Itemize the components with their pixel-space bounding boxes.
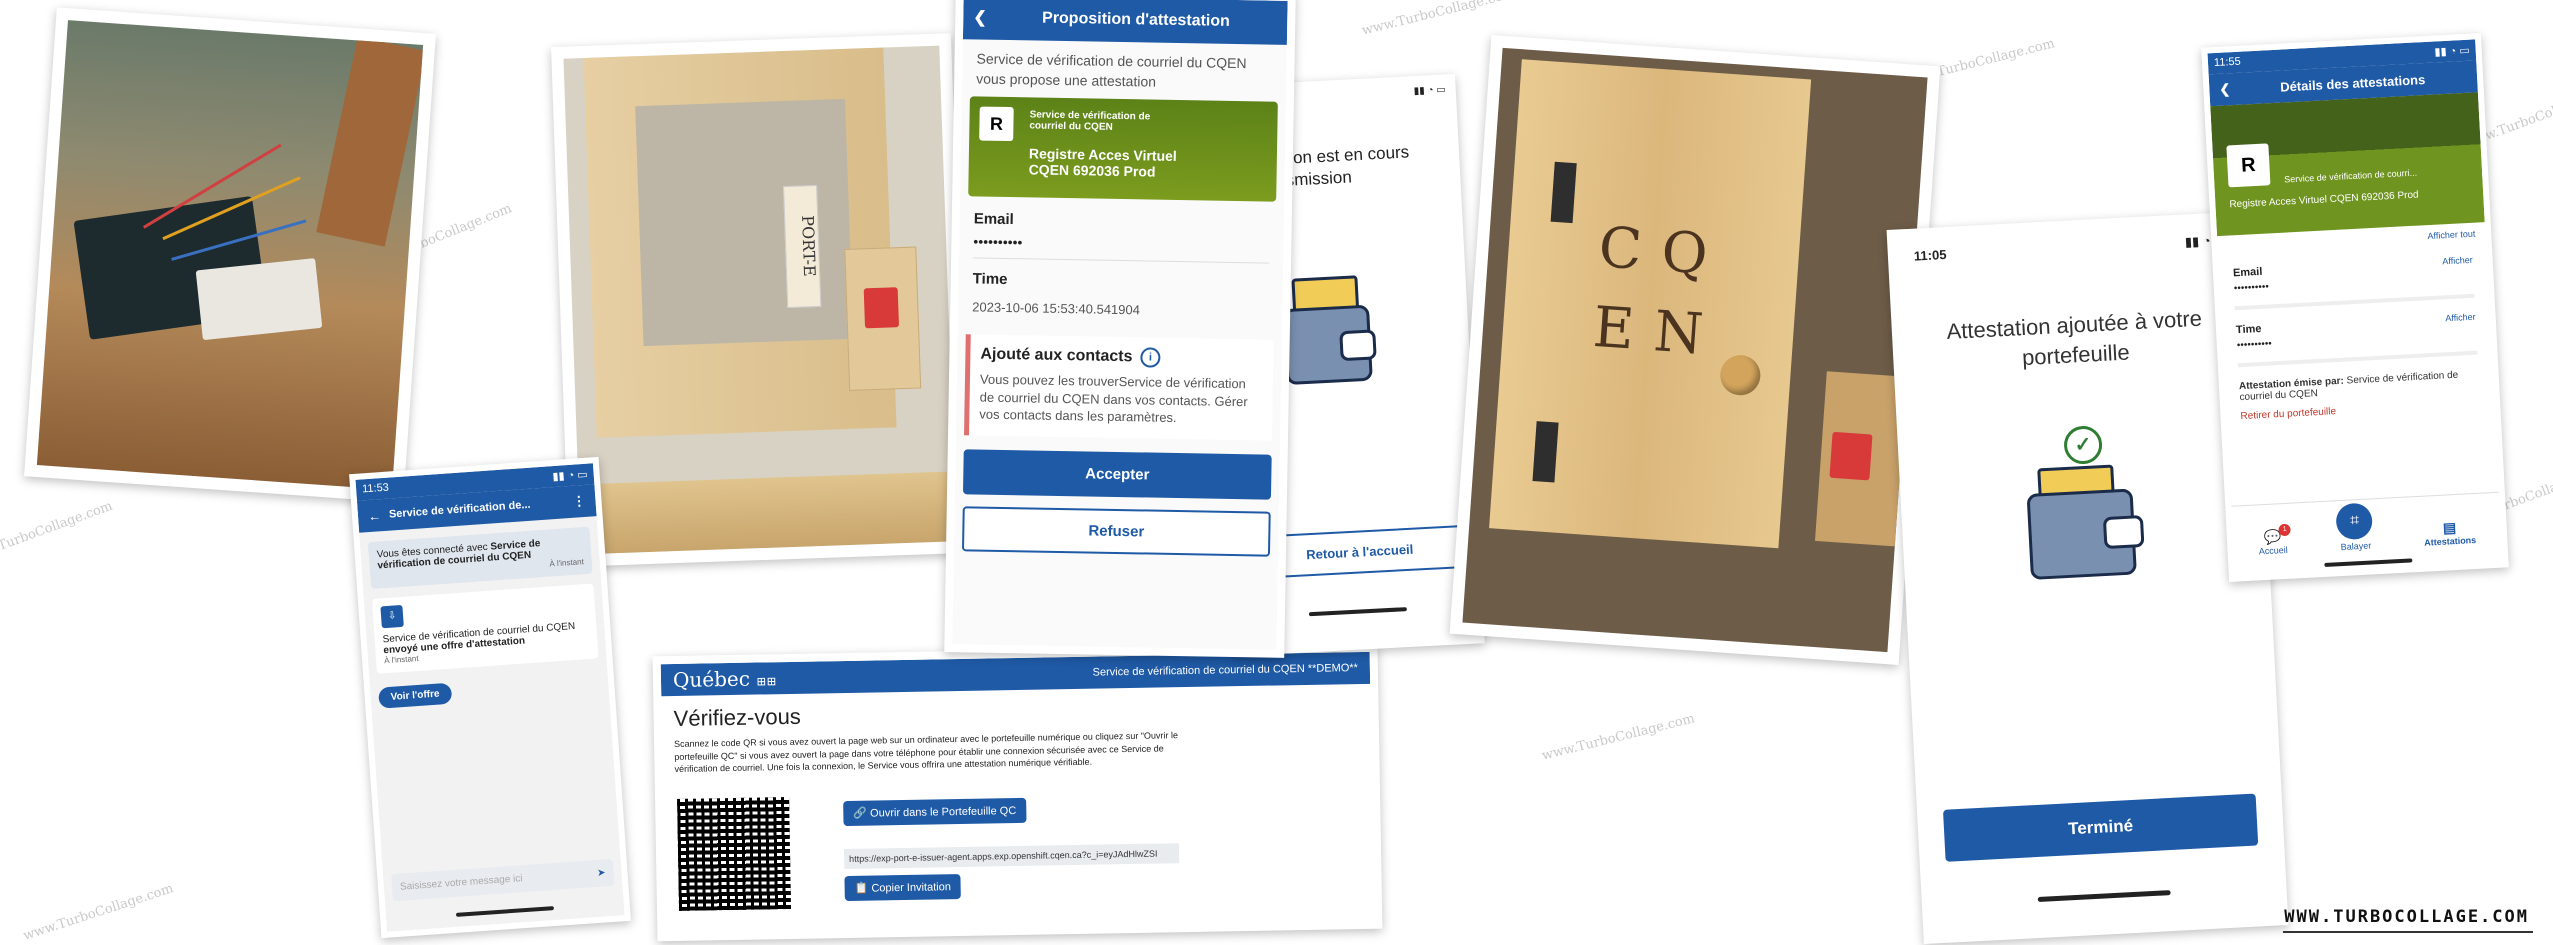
back-arrow-icon[interactable]: ❮ xyxy=(973,7,987,27)
credential-avatar: R xyxy=(2226,143,2271,188)
details-screen: 11:55 ▮▮ ◔ ▭ ❮ Détails des attestations … xyxy=(2201,33,2509,582)
message-placeholder: Saisissez votre message ici xyxy=(399,873,523,893)
photo-electronics xyxy=(24,7,436,503)
issued-by: Attestation émise par: Service de vérifi… xyxy=(2239,369,2480,403)
message-input[interactable]: Saisissez votre message ici ➤ xyxy=(391,858,615,902)
chat-screen: 11:53 ▮▮ ◔ ▭ ← Service de vérification d… xyxy=(349,456,631,939)
nav-scan[interactable]: ⌗ Balayer xyxy=(2335,502,2374,552)
clipboard-icon: 📋 xyxy=(854,882,869,895)
quebec-logo: Québec ⊞⊞ xyxy=(672,666,777,692)
time-value: 2023-10-06 15:53:40.541904 xyxy=(972,299,1141,318)
contacts-text: Vous pouvez les trouverService de vérifi… xyxy=(979,371,1248,426)
back-arrow-icon[interactable]: ❮ xyxy=(2219,81,2231,98)
web-header: Québec ⊞⊞ Service de vérification de cou… xyxy=(660,651,1371,697)
qr-code xyxy=(677,796,791,911)
info-icon: i xyxy=(1140,347,1161,368)
door-letters-bottom: EN xyxy=(1591,294,1726,369)
breadboard xyxy=(195,258,323,341)
remove-link[interactable]: Retirer du portefeuille xyxy=(2240,399,2480,422)
door-letters-top: CQ xyxy=(1596,215,1730,289)
connected-bubble: Vous êtes connecté avec Service de vérif… xyxy=(367,526,593,590)
details-title: Détails des attestations xyxy=(2279,71,2426,95)
box-label: PORT-E xyxy=(783,184,822,309)
watermark: www.TurboCollage.com xyxy=(1360,0,1517,39)
status-time: 11:53 xyxy=(361,481,390,496)
credential-issuer: Service de vérification de courriel du C… xyxy=(1029,109,1151,134)
qr-scan-icon: ⌗ xyxy=(2335,502,2374,541)
view-offer-button[interactable]: Voir l'offre xyxy=(378,682,453,709)
email-value: •••••••••• xyxy=(973,233,1023,251)
brand-underline xyxy=(2283,931,2533,933)
door-hinge xyxy=(1550,161,1577,224)
wallet-icon xyxy=(1281,263,1407,389)
copy-invitation-button[interactable]: 📋 Copier Invitation xyxy=(844,874,962,902)
refuse-button[interactable]: Refuser xyxy=(961,506,1271,557)
link-icon: 🔗 xyxy=(853,807,868,820)
nav-badge: 1 xyxy=(2278,523,2292,537)
done-button[interactable]: Terminé xyxy=(1942,793,2259,862)
photo-cqen-door: CQ EN xyxy=(1449,35,1941,665)
invitation-url-field[interactable]: https://exp-port-e-issuer-agent.apps.exp… xyxy=(843,843,1180,870)
proposal-screen: ❮ Proposition d'attestation Service de v… xyxy=(944,0,1296,658)
accept-button[interactable]: Accepter xyxy=(962,449,1272,500)
credential-card: R Service de vérification de courriel du… xyxy=(968,96,1278,202)
photo-wooden-box-image: PORT-E xyxy=(563,45,957,555)
credential-issuer: Service de vérification de courri... xyxy=(2283,167,2418,185)
nav-home[interactable]: 💬 1 Accueil xyxy=(2258,523,2292,556)
wood-stand xyxy=(316,36,424,247)
credential-card: R Service de vérification de courri... R… xyxy=(2210,92,2485,237)
photo-cqen-door-image: CQ EN xyxy=(1462,47,1928,653)
watermark: www.TurboCollage.com xyxy=(21,881,176,944)
watermark: www.TurboCollage.com xyxy=(0,498,115,567)
contacts-title: Ajouté aux contacts xyxy=(980,345,1133,366)
status-icons: ▮▮ ◔ ▭ xyxy=(2434,44,2471,59)
offer-icon: ⇩ xyxy=(380,604,404,629)
chat-title: Service de vérification de... xyxy=(388,498,531,521)
more-icon[interactable]: ⋮ xyxy=(572,493,586,510)
web-body: Scannez le code QR si vous avez ouvert l… xyxy=(674,730,1179,775)
brand-logo: WWW.TURBOCOLLAGE.COM xyxy=(2284,907,2529,927)
back-arrow-icon[interactable]: ← xyxy=(368,508,382,524)
credential-avatar: R xyxy=(979,106,1014,142)
show-time-link[interactable]: Afficher xyxy=(2445,312,2476,326)
home-indicator xyxy=(455,906,554,917)
contacts-notice: Ajouté aux contacts i Vous pouvez les tr… xyxy=(964,334,1274,441)
nav-credentials[interactable]: ▤ Attestations xyxy=(2423,518,2476,548)
email-label: Email xyxy=(2232,265,2263,280)
nfc-sensor xyxy=(1829,431,1873,481)
status-time: 11:05 xyxy=(1913,246,1947,264)
open-wallet-button[interactable]: 🔗 Ouvrir dans le Portefeuille QC xyxy=(843,797,1027,827)
offer-bubble: ⇩ Service de vérification de courriel du… xyxy=(371,583,599,674)
box-base xyxy=(578,471,957,555)
door-hinge xyxy=(1532,421,1559,483)
added-message: Attestation ajoutée à votre portefeuille xyxy=(1945,305,2203,370)
web-page-card: Québec ⊞⊞ Service de vérification de cou… xyxy=(652,643,1383,942)
credential-name: Registre Acces Virtuel CQEN 692036 Prod xyxy=(2229,189,2419,211)
web-heading: Vérifiez-vous xyxy=(673,703,802,731)
send-icon[interactable]: ➤ xyxy=(597,867,606,879)
status-time: 11:55 xyxy=(2213,55,2242,70)
time-label: Time xyxy=(972,270,1008,289)
show-email-link[interactable]: Afficher xyxy=(2442,255,2473,269)
photo-electronics-image xyxy=(36,20,424,490)
wallet-icon xyxy=(2025,452,2162,589)
credential-name: Registre Acces Virtuel CQEN 692036 Prod xyxy=(1028,145,1177,180)
nfc-sensor xyxy=(863,287,900,329)
box-opening xyxy=(635,98,854,347)
home-indicator xyxy=(1308,607,1407,617)
web-header-title: Service de vérification de courriel du C… xyxy=(1092,662,1358,679)
status-icons: ▮▮ ◔ ▭ xyxy=(552,468,589,484)
watermark: www.TurboCollage.com xyxy=(1540,711,1697,764)
proposal-title: Proposition d'attestation xyxy=(1041,9,1231,30)
proposal-intro: Service de vérification de courriel du C… xyxy=(976,50,1247,90)
time-label: Time xyxy=(2235,322,2262,337)
email-label: Email xyxy=(973,210,1014,229)
photo-wooden-box: PORT-E xyxy=(551,33,969,567)
home-indicator xyxy=(2037,890,2171,903)
